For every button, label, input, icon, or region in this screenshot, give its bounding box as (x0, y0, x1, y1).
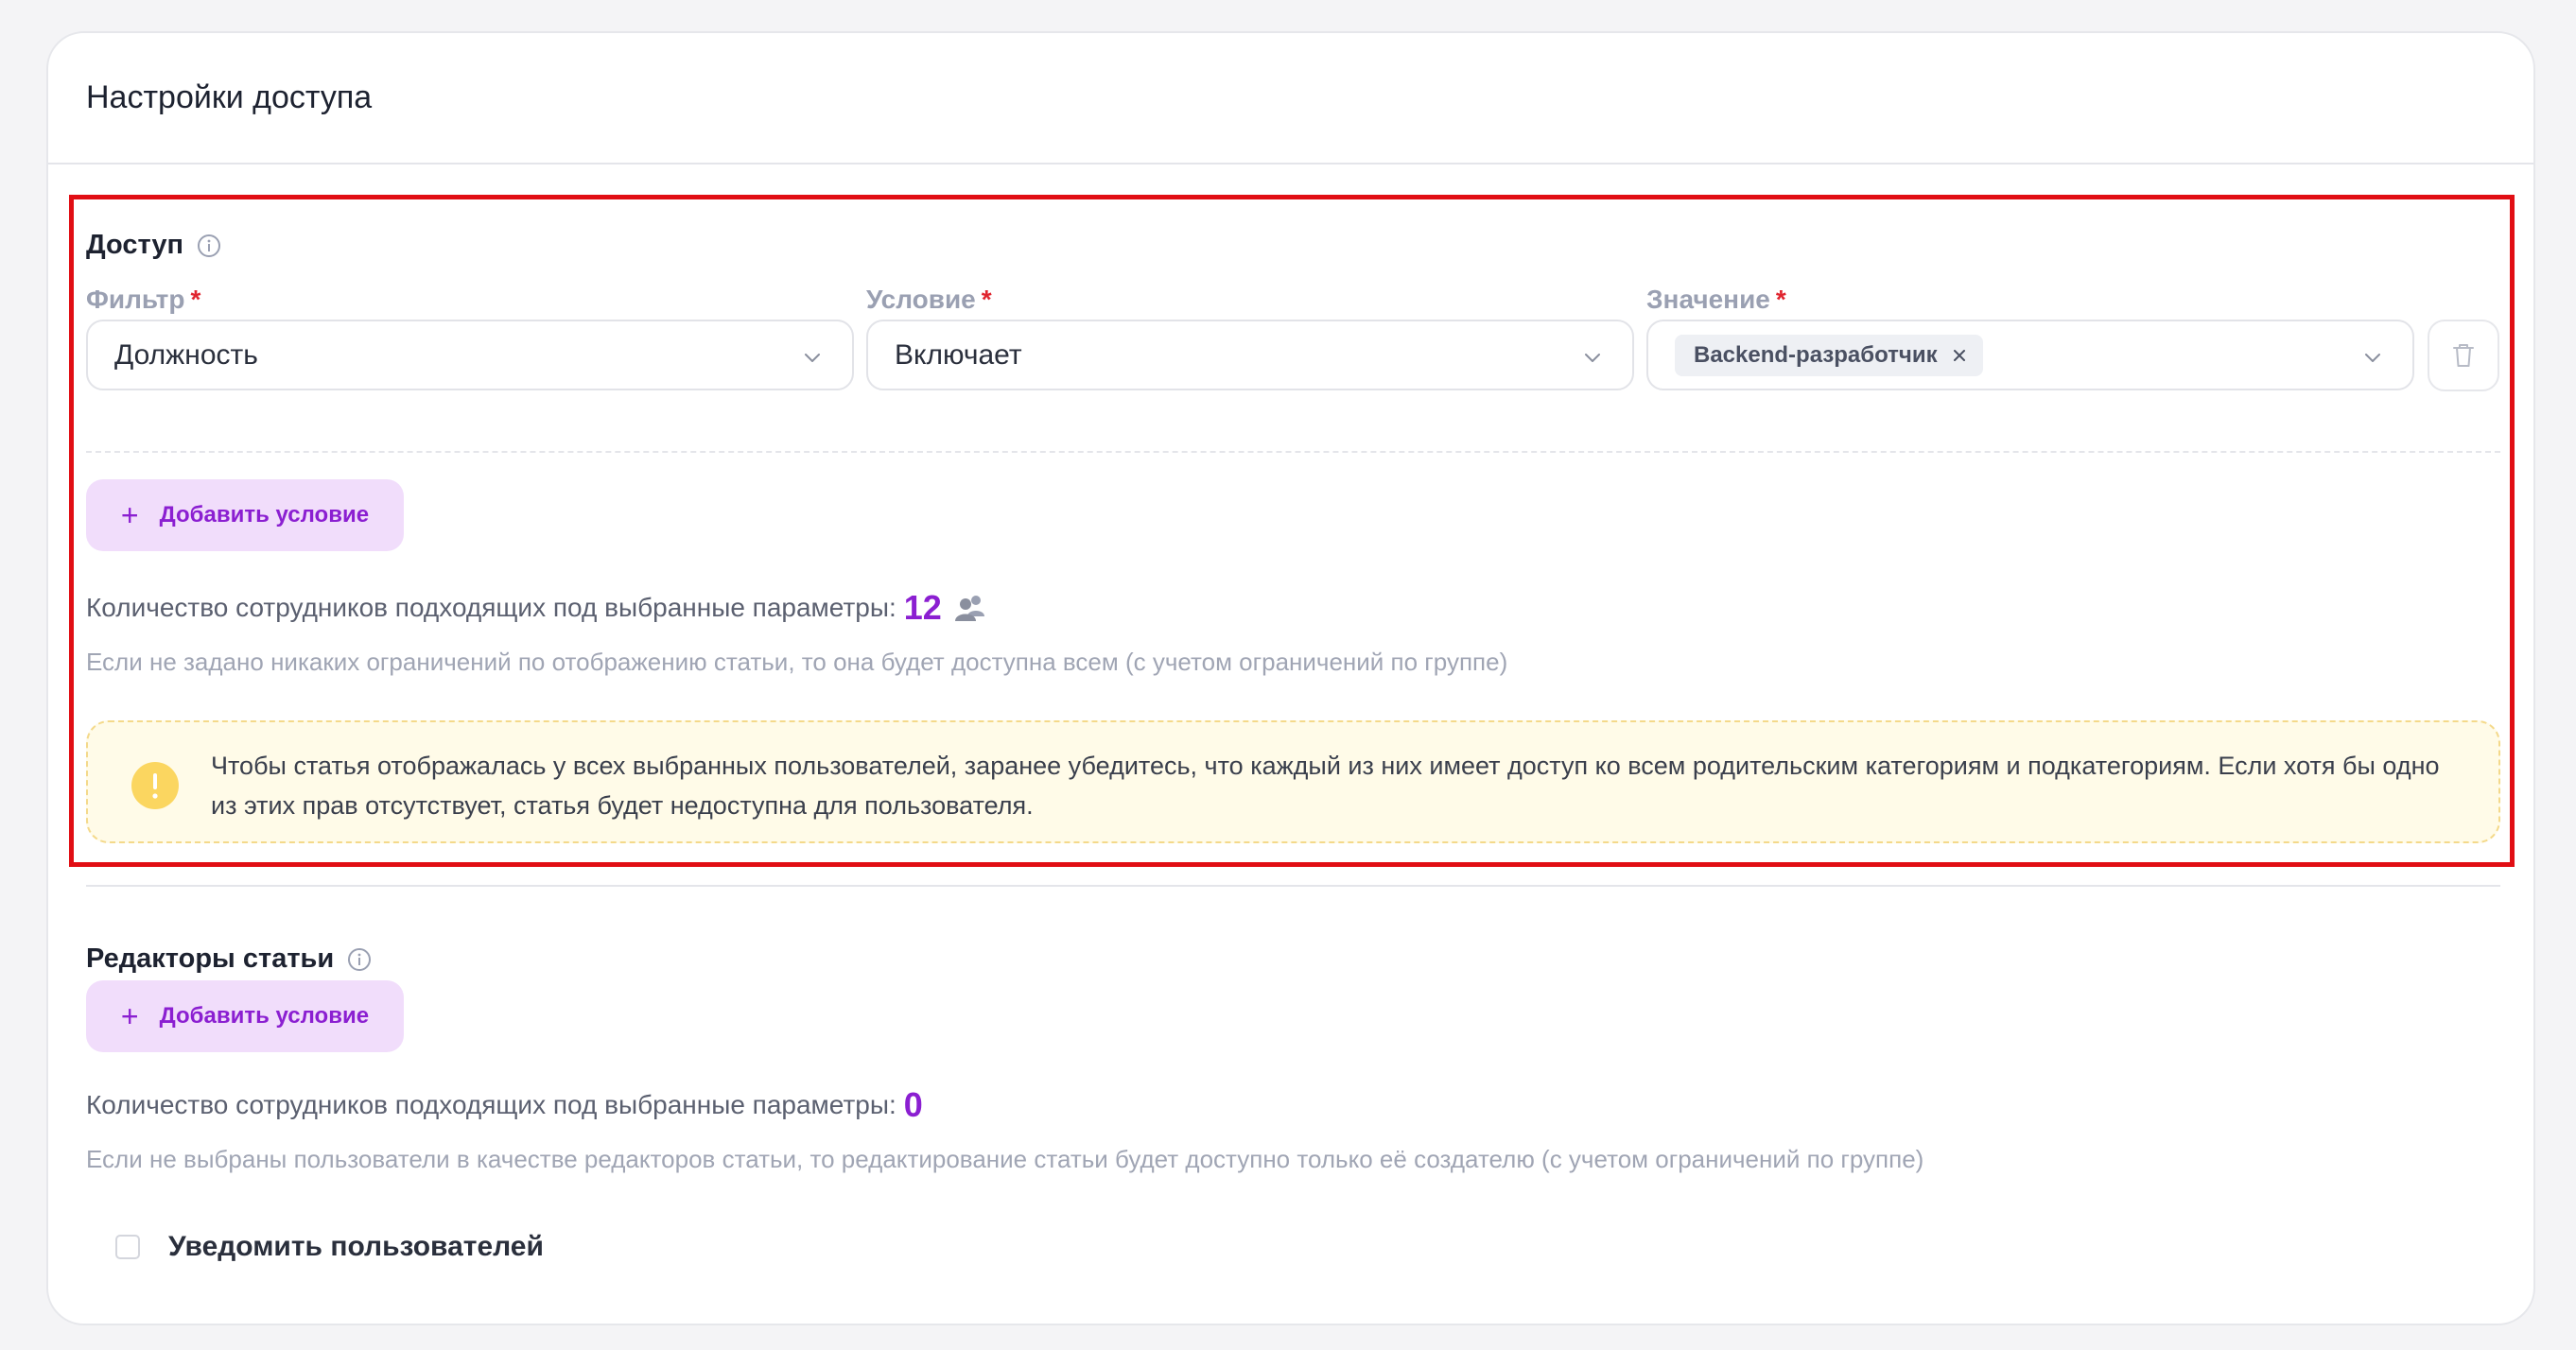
tag-label: Backend-разработчик (1694, 341, 1938, 368)
access-title-text: Доступ (86, 230, 184, 260)
access-count-label: Количество сотрудников подходящих под вы… (86, 593, 896, 622)
required-mark: * (981, 285, 992, 314)
card-header: Настройки доступа (48, 33, 2533, 164)
chevron-down-icon (2365, 354, 2380, 362)
info-icon[interactable] (197, 234, 221, 258)
warning-icon (131, 762, 179, 809)
close-icon[interactable] (1951, 347, 1968, 364)
notify-users-checkbox[interactable] (115, 1235, 140, 1259)
condition-select[interactable]: Включает (866, 320, 1634, 390)
plus-icon: + (120, 498, 139, 532)
add-condition-label: Добавить условие (159, 1003, 370, 1029)
add-access-condition-button[interactable]: + Добавить условие (86, 479, 404, 551)
value-select[interactable]: Backend-разработчик (1646, 320, 2414, 390)
chevron-down-icon (805, 354, 820, 362)
add-condition-label: Добавить условие (159, 502, 370, 528)
access-count-value: 12 (903, 588, 942, 627)
notify-users-row[interactable]: Уведомить пользователей (115, 1231, 544, 1263)
selected-value-tag: Backend-разработчик (1675, 334, 1983, 376)
add-editor-condition-button[interactable]: + Добавить условие (86, 980, 404, 1052)
info-icon[interactable] (347, 947, 372, 972)
filter-select-value: Должность (114, 338, 258, 371)
access-hint: Если не задано никаких ограничений по от… (86, 648, 1508, 676)
editors-count-value: 0 (903, 1085, 923, 1124)
value-label: Значение * (1646, 285, 1786, 314)
editors-title-text: Редакторы статьи (86, 943, 335, 974)
condition-select-value: Включает (895, 338, 1022, 371)
editors-count-line: Количество сотрудников подходящих под вы… (86, 1085, 923, 1125)
access-section-title: Доступ (86, 230, 221, 261)
required-mark: * (190, 285, 201, 314)
access-count-line: Количество сотрудников подходящих под вы… (86, 588, 987, 628)
filter-select[interactable]: Должность (86, 320, 854, 390)
editors-section-title: Редакторы статьи (86, 943, 372, 975)
trash-icon (2453, 344, 2474, 367)
required-mark: * (1775, 285, 1786, 314)
section-divider (86, 885, 2500, 887)
access-settings-card: Настройки доступа Доступ Фильтр * Условие… (46, 31, 2535, 1325)
editors-hint: Если не выбраны пользователи в качестве … (86, 1145, 1924, 1173)
people-icon[interactable] (953, 594, 987, 622)
conditions-divider (86, 451, 2500, 453)
alert-text: Чтобы статья отображалась у всех выбранн… (211, 752, 2440, 820)
delete-condition-button[interactable] (2428, 320, 2499, 391)
chevron-down-icon (1585, 354, 1600, 362)
condition-label: Условие * (866, 285, 992, 314)
filter-label: Фильтр * (86, 285, 201, 314)
access-warning-alert: Чтобы статья отображалась у всех выбранн… (86, 720, 2500, 843)
notify-users-label: Уведомить пользователей (168, 1231, 544, 1262)
card-title: Настройки доступа (86, 79, 373, 115)
editors-count-label: Количество сотрудников подходящих под вы… (86, 1090, 896, 1119)
plus-icon: + (120, 999, 139, 1033)
